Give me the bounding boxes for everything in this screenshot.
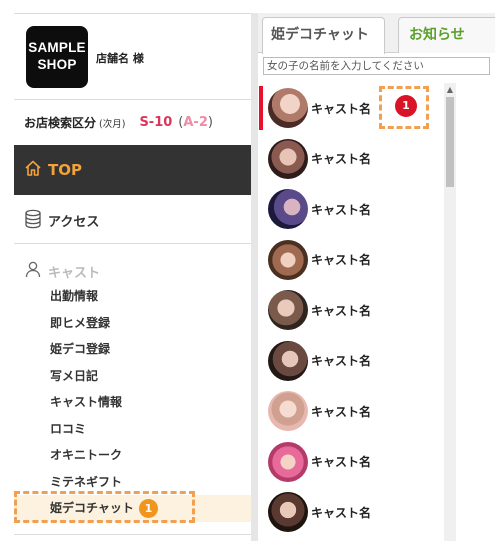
avatar	[268, 239, 308, 280]
avatar	[268, 290, 308, 331]
cast-list: キャスト名 1 キャスト名 キャスト名 キャスト名 キャスト名 キャスト名 キャ…	[258, 83, 495, 541]
database-icon	[24, 209, 42, 233]
avatar	[268, 189, 308, 230]
nav-cast-header: キャスト	[24, 260, 100, 282]
cast-list-item[interactable]: キャスト名	[258, 134, 495, 185]
nav-top[interactable]: TOP	[14, 145, 251, 195]
cast-list-item[interactable]: キャスト名	[258, 235, 495, 286]
cast-name: キャスト名	[311, 404, 372, 419]
cast-list-item[interactable]: キャスト名	[258, 437, 495, 488]
shop-header: SAMPLE SHOP 店舗名 様	[14, 13, 251, 99]
cast-list-item[interactable]: キャスト名	[258, 487, 495, 538]
logo-line-1: SAMPLE	[28, 40, 86, 55]
search-category-code: S-10	[139, 115, 173, 130]
cast-search-input[interactable]	[263, 57, 490, 75]
panel-divider	[251, 13, 258, 541]
cast-name: キャスト名	[311, 354, 372, 369]
submenu-instant-hime[interactable]: 即ヒメ登録	[14, 310, 251, 337]
avatar	[268, 492, 308, 533]
tab-news[interactable]: お知らせ	[398, 17, 495, 53]
submenu-photo-diary[interactable]: 写メ日記	[14, 363, 251, 390]
avatar	[268, 88, 308, 129]
nav-cast-label: キャスト	[48, 265, 101, 281]
tab-himedeco-chat[interactable]: 姫デコチャット	[262, 17, 385, 54]
nav-top-label: TOP	[48, 161, 82, 179]
shop-name: 店舗名 様	[96, 52, 144, 65]
cast-list-item[interactable]: キャスト名	[258, 184, 495, 235]
search-category-period: (次月)	[99, 118, 126, 130]
cast-name: キャスト名	[311, 101, 372, 116]
submenu-cast-info[interactable]: キャスト情報	[14, 389, 251, 416]
avatar	[268, 138, 308, 179]
submenu-himedeco-register[interactable]: 姫デコ登録	[14, 336, 251, 363]
cast-name: キャスト名	[311, 152, 372, 167]
home-icon	[24, 159, 42, 181]
sidebar-divider	[14, 534, 251, 535]
chat-panel: 姫デコチャット お知らせ キャスト名 1 キャスト名 キャスト名 キャスト名 キ…	[258, 13, 495, 541]
nav-access[interactable]: アクセス	[14, 198, 251, 244]
search-category-subcode-wrap: (A-2)	[178, 115, 213, 130]
search-category-subcode: A-2	[183, 115, 208, 130]
cast-name: キャスト名	[311, 253, 372, 268]
tab-bar: 姫デコチャット お知らせ	[258, 13, 495, 54]
scroll-thumb[interactable]	[446, 97, 454, 187]
person-icon	[24, 260, 42, 282]
unread-badge: 1	[395, 95, 417, 117]
cast-name: キャスト名	[311, 202, 372, 217]
avatar	[268, 391, 308, 432]
cast-list-item[interactable]: キャスト名 1	[258, 83, 495, 134]
submenu-okini-talk[interactable]: オキニトーク	[14, 442, 251, 469]
shop-logo: SAMPLE SHOP	[26, 26, 88, 88]
search-category: お店検索区分 (次月) S-10 (A-2)	[14, 99, 251, 145]
cast-list-scrollbar[interactable]: ▲	[444, 83, 456, 541]
cast-name: キャスト名	[311, 505, 372, 520]
nav-access-label: アクセス	[48, 215, 100, 230]
avatar	[268, 340, 308, 381]
sidebar: SAMPLE SHOP 店舗名 様 お店検索区分 (次月) S-10 (A-2)…	[14, 13, 251, 541]
cast-list-item[interactable]: キャスト名	[258, 386, 495, 437]
submenu-attendance[interactable]: 出勤情報	[14, 283, 251, 310]
cast-list-item[interactable]: キャスト名	[258, 285, 495, 336]
submenu-reviews[interactable]: ロコミ	[14, 416, 251, 443]
scroll-up-arrow-icon[interactable]: ▲	[444, 85, 456, 95]
cast-name: キャスト名	[311, 455, 372, 470]
avatar	[268, 441, 308, 482]
cast-submenu: 出勤情報 即ヒメ登録 姫デコ登録 写メ日記 キャスト情報 ロコミ オキニトーク …	[14, 283, 251, 522]
cast-name: キャスト名	[311, 303, 372, 318]
search-category-label: お店検索区分	[24, 116, 97, 130]
close-paren: )	[207, 115, 213, 130]
cast-list-item[interactable]: キャスト名	[258, 336, 495, 387]
logo-line-2: SHOP	[37, 57, 77, 72]
highlight-box	[14, 491, 195, 523]
